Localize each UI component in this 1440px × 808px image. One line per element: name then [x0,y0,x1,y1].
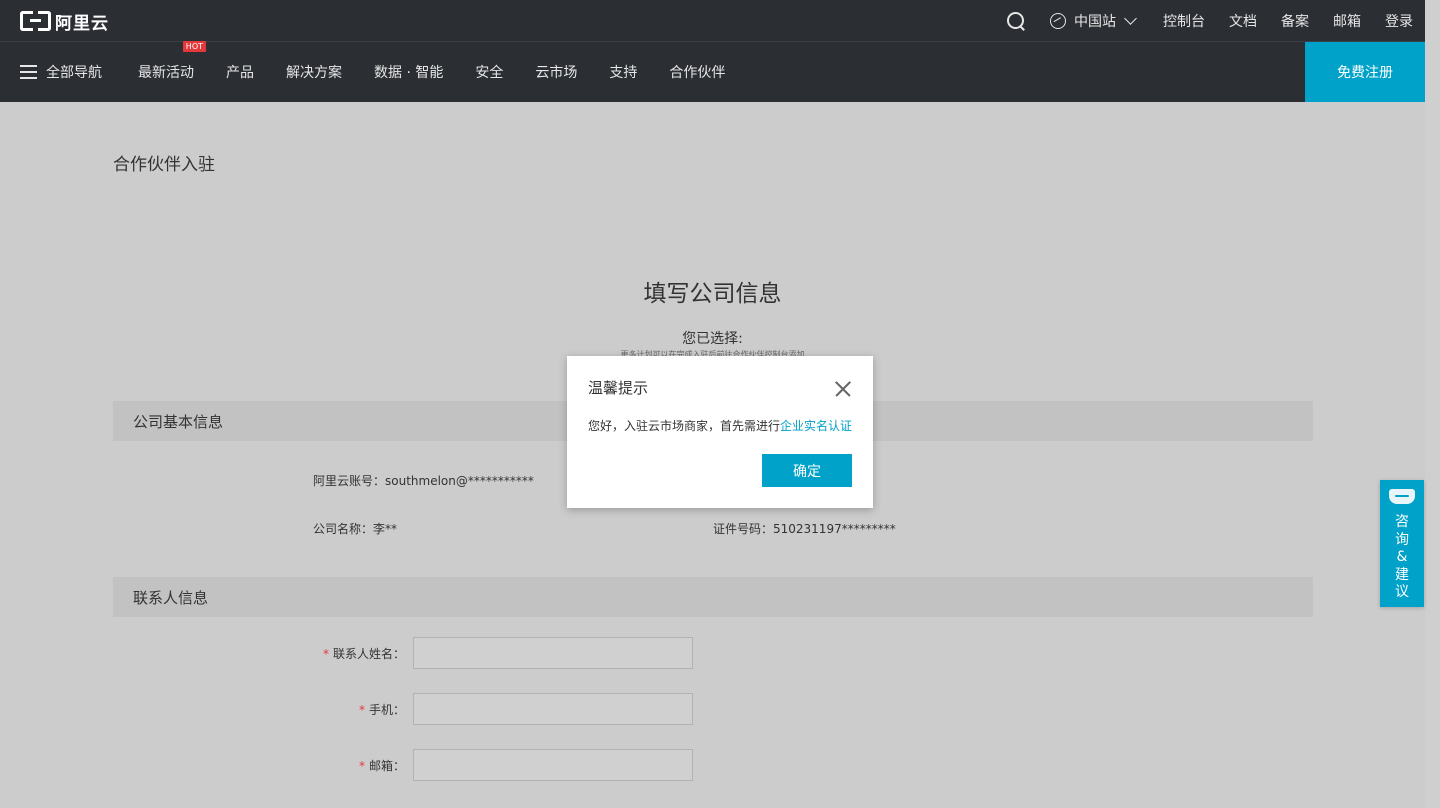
account-info: 阿里云账号：southmelon@*********** [313,474,534,488]
nav-item-support[interactable]: 支持 [609,62,637,82]
feedback-char: 询 [1395,531,1409,548]
email-label: * 邮箱： [305,757,405,774]
company-name-info: 公司名称：李** [313,522,398,536]
nav-item-solutions[interactable]: 解决方案 [286,62,342,82]
free-signup-button[interactable]: 免费注册 [1305,42,1425,102]
page-scrollbar[interactable] [1425,0,1440,808]
chat-icon [1389,489,1415,504]
dialog-title: 温馨提示 [588,379,649,397]
feedback-char: & [1396,549,1408,565]
globe-icon [1050,13,1066,29]
nav-item-latest-events[interactable]: 最新活动 HOT [138,41,206,82]
nav-item-products[interactable]: 产品 [226,62,254,82]
region-label: 中国站 [1074,14,1116,30]
all-nav-toggle[interactable]: 全部导航 [20,42,102,102]
required-mark: * [322,647,329,661]
label-text: 手机： [368,703,405,717]
nav-item-security[interactable]: 安全 [475,62,503,82]
page-title: 填写公司信息 [643,281,782,307]
logo-text: 阿里云 [55,13,109,34]
console-link[interactable]: 控制台 [1163,11,1205,31]
feedback-char: 建 [1395,566,1409,583]
region-selector[interactable]: 中国站 [1050,11,1139,31]
all-nav-label: 全部导航 [46,65,102,81]
section-title: 公司基本信息 [133,413,224,431]
nav-item-label: 最新活动 [138,65,194,81]
nav-items: 最新活动 HOT 产品 解决方案 数据 · 智能 安全 云市场 支持 合作伙伴 [138,41,757,102]
login-link[interactable]: 登录 [1385,11,1413,31]
nav-item-partners[interactable]: 合作伙伴 [669,62,725,82]
contact-name-input[interactable] [413,637,693,669]
top-right-links: 中国站 控制台 文档 备案 邮箱 登录 [1006,0,1413,42]
label-text: 邮箱： [368,759,405,773]
dialog-message: 您好，入驻云市场商家，首先需进行企业实名认证 [588,417,852,434]
feedback-widget[interactable]: 咨 询 & 建 议 [1380,480,1424,607]
hot-badge: HOT [182,41,206,52]
phone-input[interactable] [413,693,693,725]
phone-label: * 手机： [305,701,405,718]
feedback-char: 议 [1395,584,1409,600]
chevron-down-icon [1124,12,1137,25]
label-text: 联系人姓名： [332,647,405,661]
section-title: 联系人信息 [133,589,209,607]
nav-item-data-intelligence[interactable]: 数据 · 智能 [374,62,443,82]
feedback-char: 咨 [1395,514,1409,530]
contact-info-section-header: 联系人信息 [113,577,1313,617]
aliyun-logo-icon [20,11,51,31]
real-name-verification-link[interactable]: 企业实名认证 [780,419,852,433]
id-number-info: 证件号码：510231197********* [713,522,896,536]
icp-filing-link[interactable]: 备案 [1281,11,1309,31]
dialog-message-text: 您好，入驻云市场商家，首先需进行 [588,419,781,433]
contact-name-label: * 联系人姓名： [305,645,405,662]
aliyun-logo[interactable]: 阿里云 [20,10,109,34]
required-mark: * [358,703,365,717]
docs-link[interactable]: 文档 [1229,11,1257,31]
nav-item-marketplace[interactable]: 云市场 [535,62,577,82]
email-input[interactable] [413,749,693,781]
top-bar: 阿里云 中国站 控制台 文档 备案 邮箱 登录 [0,0,1425,42]
required-mark: * [358,759,365,773]
mail-link[interactable]: 邮箱 [1333,11,1361,31]
confirm-button[interactable]: 确定 [762,454,852,487]
close-icon[interactable] [835,381,851,397]
search-icon[interactable] [1006,11,1026,31]
feedback-label: 咨 询 & 建 议 [1380,514,1424,602]
notice-dialog: 温馨提示 您好，入驻云市场商家，首先需进行企业实名认证 确定 [567,356,873,508]
main-nav: 全部导航 最新活动 HOT 产品 解决方案 数据 · 智能 安全 云市场 支持 … [0,41,1425,102]
page-breadcrumb: 合作伙伴入驻 [113,155,215,175]
selected-plan-label: 您已选择: [682,331,743,347]
hamburger-icon [20,65,37,79]
